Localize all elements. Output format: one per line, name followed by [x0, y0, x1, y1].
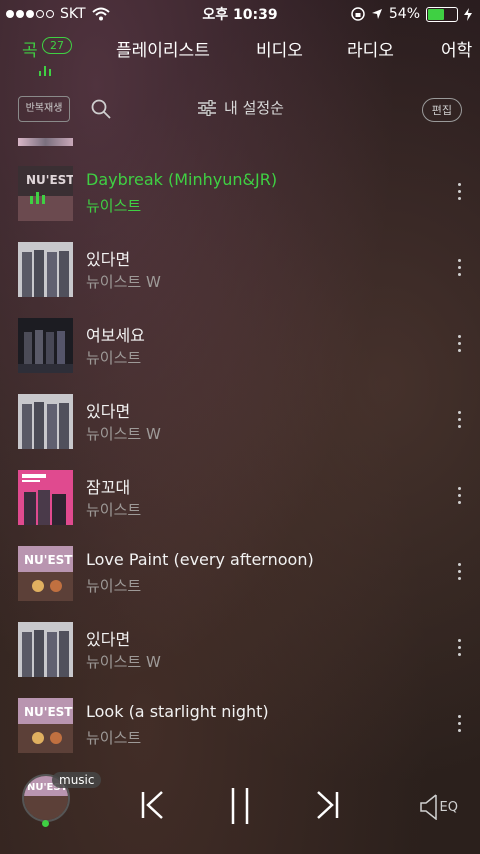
svg-text:NU'EST: NU'EST	[24, 553, 73, 567]
album-art	[18, 622, 73, 677]
song-artist: 뉴이스트	[86, 501, 142, 519]
song-title: 있다면	[86, 402, 131, 421]
pause-icon[interactable]	[228, 786, 252, 826]
album-art	[18, 318, 73, 373]
status-bar: SKT 오후 10:39 54%	[0, 0, 480, 28]
next-track-icon[interactable]	[314, 790, 340, 820]
song-title: 여보세요	[86, 326, 145, 345]
rotation-lock-icon	[351, 7, 365, 21]
more-options-icon[interactable]	[458, 183, 462, 204]
album-art	[18, 242, 73, 297]
sort-label: 내 설정순	[224, 99, 284, 117]
song-artist: 뉴이스트	[86, 577, 142, 595]
song-title: 있다면	[86, 250, 131, 269]
more-options-icon[interactable]	[458, 639, 462, 660]
battery-icon	[426, 6, 458, 22]
song-row[interactable]: 여보세요 뉴이스트	[0, 318, 480, 394]
edit-button[interactable]: 편집	[421, 98, 462, 122]
song-row[interactable]: 있다면 뉴이스트 W	[0, 622, 480, 698]
sort-selector[interactable]: 내 설정순	[198, 97, 284, 118]
tab-language[interactable]: 어학	[441, 36, 472, 61]
album-art: NU'EST	[18, 698, 73, 753]
playing-indicator-icon	[42, 820, 49, 827]
battery-percent: 54%	[388, 6, 420, 22]
song-title: Look (a starlight night)	[86, 702, 269, 721]
more-options-icon[interactable]	[458, 411, 462, 432]
location-icon	[371, 9, 382, 19]
song-row[interactable]: NU'EST Daybreak (Minhyun&JR) 뉴이스트	[0, 166, 480, 242]
more-options-icon[interactable]	[458, 259, 462, 280]
song-row[interactable]: 잠꼬대 뉴이스트	[0, 470, 480, 546]
album-art	[18, 470, 73, 525]
svg-text:NU'EST: NU'EST	[26, 173, 73, 187]
album-art: NU'EST	[18, 166, 73, 221]
song-count-badge: 27	[42, 37, 72, 54]
song-artist: 뉴이스트 W	[86, 653, 161, 671]
tab-radio[interactable]: 라디오	[347, 36, 394, 61]
song-title: Daybreak (Minhyun&JR)	[86, 170, 278, 189]
song-title: 있다면	[86, 630, 131, 649]
album-art: NU'EST	[18, 546, 73, 601]
song-row[interactable]: 있다면 뉴이스트 W	[0, 394, 480, 470]
category-tabs: 곡 27 플레이리스트 비디오 라디오 어학	[0, 32, 480, 82]
more-options-icon[interactable]	[458, 715, 462, 736]
repeat-button[interactable]: 반복재생	[18, 96, 70, 122]
tab-songs[interactable]: 곡	[22, 36, 38, 61]
more-options-icon[interactable]	[458, 335, 462, 356]
eq-button[interactable]: EQ	[419, 794, 458, 820]
eq-label: EQ	[439, 799, 458, 815]
song-row[interactable]: NU'EST Love Paint (every afternoon) 뉴이스트	[0, 546, 480, 622]
charging-icon	[464, 7, 472, 21]
song-artist: 뉴이스트	[86, 729, 142, 747]
song-artist: 뉴이스트 W	[86, 273, 161, 291]
search-icon[interactable]	[91, 99, 111, 119]
song-list[interactable]: NU'EST Daybreak (Minhyun&JR) 뉴이스트 있다면 뉴이…	[0, 138, 480, 758]
partial-album-art	[18, 138, 73, 146]
song-row[interactable]: 있다면 뉴이스트 W	[0, 242, 480, 318]
tab-playlist[interactable]: 플레이리스트	[116, 36, 210, 61]
speaker-icon	[419, 794, 437, 820]
more-options-icon[interactable]	[458, 487, 462, 508]
song-row[interactable]: NU'EST Look (a starlight night) 뉴이스트	[0, 698, 480, 758]
mini-player: NU'EST music EQ	[0, 758, 480, 854]
sliders-icon	[198, 99, 216, 116]
music-tag: music	[52, 772, 102, 788]
song-artist: 뉴이스트 W	[86, 425, 161, 443]
previous-track-icon[interactable]	[140, 790, 166, 820]
more-options-icon[interactable]	[458, 563, 462, 584]
tab-video[interactable]: 비디오	[256, 36, 303, 61]
active-tab-indicator-icon	[39, 66, 51, 76]
song-title: Love Paint (every afternoon)	[86, 550, 314, 569]
song-artist: 뉴이스트	[86, 197, 142, 215]
list-toolbar: 반복재생 내 설정순 편집	[0, 82, 480, 138]
song-title: 잠꼬대	[86, 478, 131, 497]
song-artist: 뉴이스트	[86, 349, 142, 367]
album-art	[18, 394, 73, 449]
svg-text:NU'EST: NU'EST	[24, 705, 73, 719]
